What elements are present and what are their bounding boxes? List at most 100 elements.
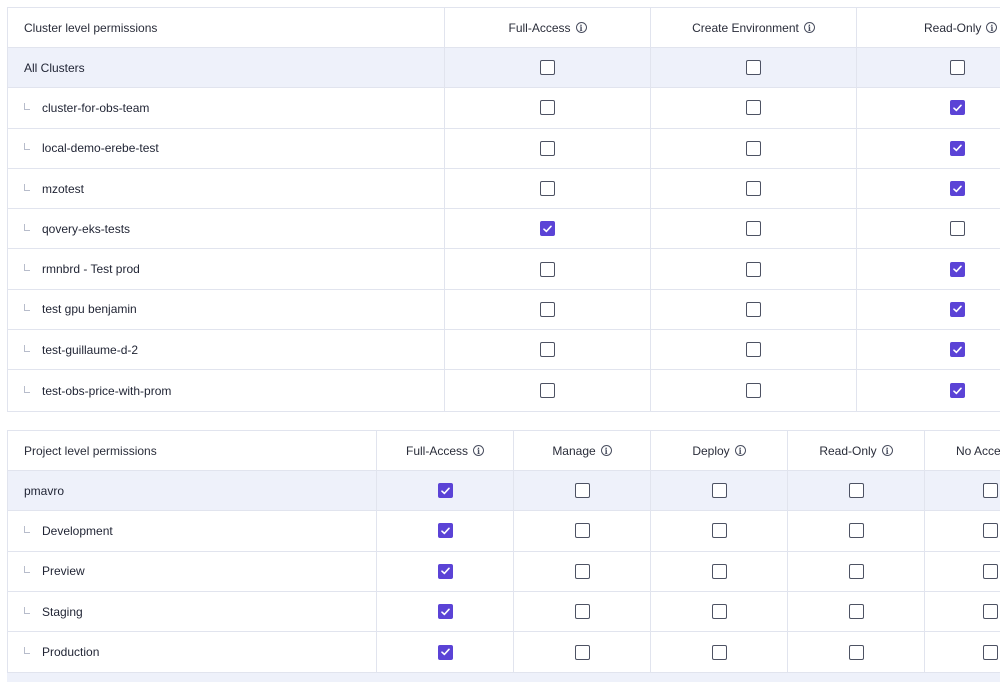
checkbox-cell (444, 168, 650, 209)
checkbox-read-only[interactable] (848, 604, 864, 620)
checkbox-read-only[interactable] (950, 181, 965, 197)
column-header-label: No Acce (956, 443, 1000, 458)
checkbox-create-environment[interactable] (746, 181, 761, 197)
checkbox-manage[interactable] (574, 563, 590, 579)
checkbox-read-only[interactable] (950, 100, 965, 116)
checkbox-read-only[interactable] (950, 383, 965, 399)
checkbox-full-access[interactable] (540, 261, 555, 277)
checkbox-cell (650, 370, 856, 411)
row-label-cell: cluster-for-obs-team (8, 88, 444, 127)
row-label-cell: qovery-eks-tests (8, 209, 444, 248)
row-label: test-guillaume-d-2 (42, 342, 139, 357)
row-label: Staging (42, 604, 83, 619)
row-label-cell: local-demo-erebe-test (8, 129, 444, 168)
checkbox-cell (444, 209, 650, 249)
checkbox-cell (376, 511, 513, 551)
checkbox-manage[interactable] (574, 483, 590, 499)
table-row (7, 672, 1000, 682)
checkbox-create-environment[interactable] (746, 383, 761, 399)
checkbox-create-environment[interactable] (746, 342, 761, 358)
checkbox-manage[interactable] (574, 523, 590, 539)
checkbox-no-acce[interactable] (983, 483, 998, 499)
checkbox-deploy[interactable] (711, 563, 727, 579)
checkbox-full-access[interactable] (437, 523, 453, 539)
tree-branch-icon (24, 223, 30, 231)
info-icon[interactable]: i (473, 445, 484, 456)
checkbox-create-environment[interactable] (746, 261, 761, 277)
tree-branch-icon (24, 647, 30, 655)
row-label: rmnbrd - Test prod (42, 262, 140, 277)
checkbox-full-access[interactable] (540, 342, 555, 358)
checkbox-cell (513, 632, 650, 673)
info-icon[interactable]: i (986, 22, 998, 33)
checkbox-deploy[interactable] (711, 523, 727, 539)
checkbox-read-only[interactable] (848, 523, 864, 539)
checkbox-deploy[interactable] (711, 644, 727, 660)
checkbox-cell (650, 209, 856, 249)
checkbox-manage[interactable] (574, 604, 590, 620)
table-row: mzotest (8, 168, 1000, 210)
checkbox-create-environment[interactable] (746, 140, 761, 156)
checkbox-full-access[interactable] (437, 644, 453, 660)
checkbox-full-access[interactable] (437, 563, 453, 579)
checkbox-cell (787, 471, 924, 511)
row-label: Development (42, 523, 113, 538)
table-row: local-demo-erebe-test (8, 128, 1000, 169)
row-label-cell: Production (8, 632, 376, 672)
checkbox-read-only[interactable] (848, 563, 864, 579)
checkbox-cell (444, 249, 650, 289)
table-row: rmnbrd - Test prod (8, 249, 1000, 290)
checkbox-read-only[interactable] (848, 644, 864, 660)
cluster-permissions-title: Cluster level permissions (24, 20, 158, 35)
checkbox-read-only[interactable] (950, 301, 965, 317)
info-icon[interactable]: i (734, 445, 746, 456)
checkbox-cell (924, 511, 1000, 551)
table-row: test-guillaume-d-2 (8, 330, 1000, 371)
tree-branch-icon (24, 304, 30, 312)
checkbox-full-access[interactable] (540, 383, 555, 399)
checkbox-read-only[interactable] (848, 483, 864, 499)
checkbox-deploy[interactable] (711, 483, 727, 499)
info-icon[interactable]: i (803, 22, 815, 33)
checkbox-full-access[interactable] (540, 181, 555, 197)
checkbox-read-only[interactable] (950, 60, 965, 76)
info-icon[interactable]: i (600, 445, 612, 456)
checkmark-icon (953, 104, 962, 112)
checkbox-cell (856, 209, 1000, 249)
checkbox-create-environment[interactable] (746, 221, 761, 237)
checkmark-icon (953, 144, 962, 152)
checkbox-cell (650, 48, 856, 88)
column-header-read-only: Read-Only i (856, 8, 1000, 47)
checkbox-deploy[interactable] (711, 604, 727, 620)
checkbox-full-access[interactable] (437, 483, 453, 499)
checkbox-manage[interactable] (574, 644, 590, 660)
checkbox-read-only[interactable] (950, 140, 965, 156)
checkbox-no-acce[interactable] (983, 523, 998, 539)
checkbox-full-access[interactable] (540, 221, 555, 237)
checkbox-no-acce[interactable] (983, 644, 998, 660)
checkbox-read-only[interactable] (950, 342, 965, 358)
checkbox-create-environment[interactable] (746, 60, 761, 76)
checkbox-cell (650, 168, 856, 209)
info-icon[interactable]: i (881, 445, 893, 456)
row-label: local-demo-erebe-test (42, 141, 159, 156)
table-row: cluster-for-obs-team (8, 88, 1000, 129)
checkbox-no-acce[interactable] (983, 604, 998, 620)
row-label-cell: test-guillaume-d-2 (8, 330, 444, 369)
info-icon[interactable]: i (575, 22, 587, 33)
checkbox-cell (856, 289, 1000, 330)
checkbox-create-environment[interactable] (746, 301, 761, 317)
checkbox-create-environment[interactable] (746, 100, 761, 116)
checkbox-full-access[interactable] (540, 301, 555, 317)
checkbox-read-only[interactable] (950, 221, 965, 237)
checkbox-full-access[interactable] (540, 100, 555, 116)
checkbox-full-access[interactable] (540, 140, 555, 156)
checkbox-no-acce[interactable] (983, 563, 998, 579)
checkbox-full-access[interactable] (540, 60, 555, 76)
checkmark-icon (953, 387, 962, 394)
checkbox-cell (513, 471, 650, 511)
tree-branch-icon (24, 525, 30, 533)
row-label: mzotest (42, 181, 85, 196)
checkbox-full-access[interactable] (437, 604, 453, 620)
checkbox-read-only[interactable] (950, 261, 965, 277)
